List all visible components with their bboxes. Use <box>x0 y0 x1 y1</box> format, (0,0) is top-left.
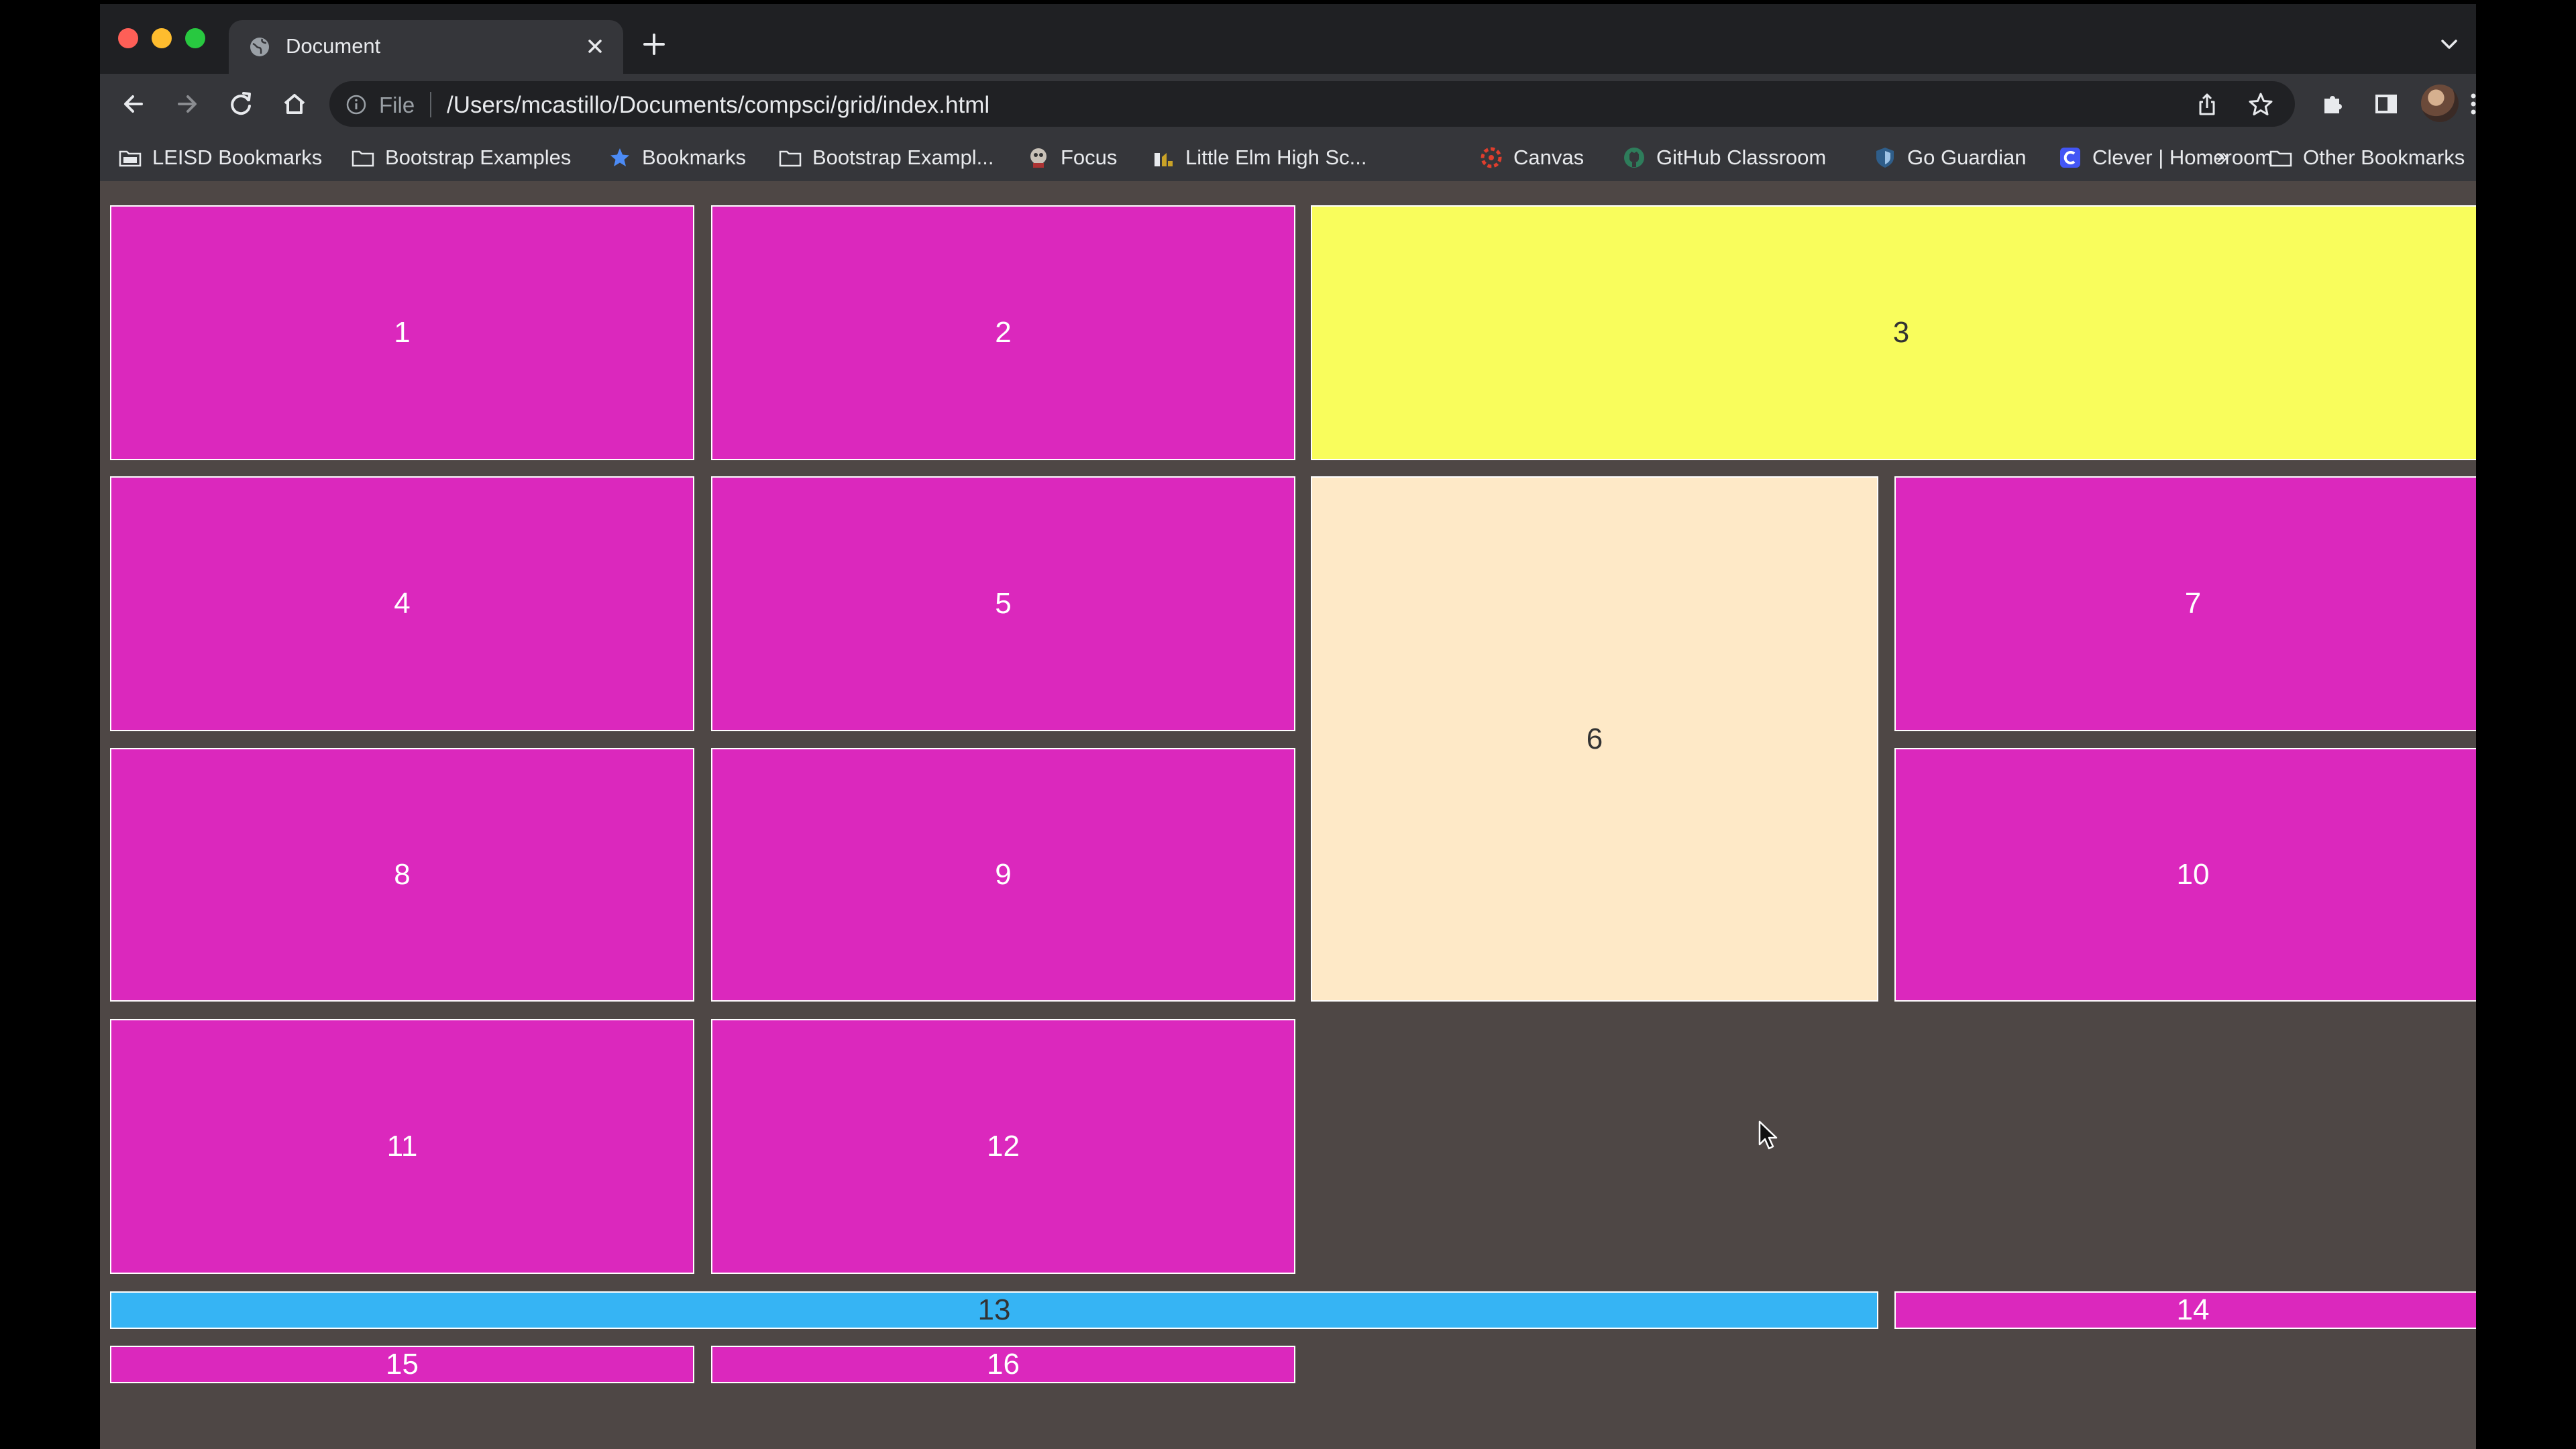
new-tab-button[interactable] <box>635 25 673 63</box>
bookmark-little-elm-high[interactable]: Little Elm High Sc... <box>1150 134 1366 181</box>
shield-icon <box>1872 145 1898 170</box>
canvas-icon <box>1479 145 1504 170</box>
extensions-button[interactable] <box>2314 85 2351 123</box>
share-icon[interactable] <box>2193 91 2221 119</box>
close-tab-icon[interactable] <box>580 32 610 61</box>
info-icon[interactable] <box>345 93 368 116</box>
divider <box>430 92 431 117</box>
grid-item-12: 12 <box>711 1019 1295 1274</box>
bookmark-clever-homeroom[interactable]: Clever | Homeroom <box>2057 134 2272 181</box>
close-window-button[interactable] <box>118 28 138 48</box>
arrow-left-icon <box>124 95 143 113</box>
bookmark-bootstrap-examples-2[interactable]: Bootstrap Exampl... <box>777 134 994 181</box>
tab-document[interactable]: Document <box>229 20 623 74</box>
tab-strip: Document <box>100 4 2476 74</box>
star-icon[interactable] <box>2247 91 2275 119</box>
browser-toolbar: File /Users/mcastillo/Documents/compsci/… <box>100 74 2476 134</box>
bookmarks-bar: LEISD Bookmarks Bootstrap Examples Bookm… <box>100 134 2476 181</box>
github-icon <box>1621 145 1647 170</box>
url-text[interactable]: /Users/mcastillo/Documents/compsci/grid/… <box>447 92 989 119</box>
grid-item-3: 3 <box>1311 205 2476 460</box>
menu-button[interactable] <box>2455 85 2476 123</box>
bookmark-leisd[interactable]: LEISD Bookmarks <box>117 134 322 181</box>
grid-item-2: 2 <box>711 205 1295 460</box>
puzzle-icon <box>2324 96 2342 113</box>
grid-item-10: 10 <box>1894 748 2476 1002</box>
focus-icon <box>1026 145 1051 170</box>
folder-icon <box>350 145 376 170</box>
chevron-down-icon[interactable] <box>2434 30 2464 59</box>
grid-item-11: 11 <box>110 1019 694 1274</box>
folder-icon <box>777 145 803 170</box>
grid-item-7: 7 <box>1894 476 2476 731</box>
arrow-right-icon <box>178 95 197 113</box>
clever-icon <box>2057 145 2083 170</box>
globe-icon <box>249 36 270 58</box>
grid-item-9: 9 <box>711 748 1295 1002</box>
mouse-pointer-icon <box>1758 1120 1778 1151</box>
address-bar[interactable]: File /Users/mcastillo/Documents/compsci/… <box>329 81 2295 127</box>
browser-window: Document File /Users/mcastillo/Documents… <box>100 4 2476 1449</box>
school-icon <box>1150 145 1176 170</box>
side-panel-icon <box>2375 95 2397 113</box>
bookmark-folder-icon <box>117 145 143 170</box>
page-content: 1 2 3 4 5 6 7 8 9 10 11 12 13 14 15 16 <box>100 181 2476 1449</box>
bookmark-bootstrap-examples[interactable]: Bootstrap Examples <box>350 134 571 181</box>
avatar[interactable] <box>2421 85 2459 122</box>
reload-button[interactable] <box>222 85 260 123</box>
grid-item-1: 1 <box>110 205 694 460</box>
bookmark-github-classroom[interactable]: GitHub Classroom <box>1621 134 1826 181</box>
home-icon <box>284 94 305 114</box>
bookmark-go-guardian[interactable]: Go Guardian <box>1872 134 2027 181</box>
grid-item-15: 15 <box>110 1346 694 1383</box>
grid-item-16: 16 <box>711 1346 1295 1383</box>
grid-item-6: 6 <box>1311 476 1878 1002</box>
home-button[interactable] <box>276 85 313 123</box>
side-panel-button[interactable] <box>2367 85 2405 123</box>
kebab-menu-icon <box>2471 93 2476 115</box>
tab-title: Document <box>286 34 381 58</box>
bookmark-bookmarks[interactable]: Bookmarks <box>607 134 746 181</box>
other-bookmarks-folder[interactable]: Other Bookmarks <box>2268 134 2465 181</box>
bookmark-focus[interactable]: Focus <box>1026 134 1117 181</box>
maximize-window-button[interactable] <box>185 28 205 48</box>
folder-icon <box>2268 145 2294 170</box>
forward-button[interactable] <box>168 85 206 123</box>
grid-item-14: 14 <box>1894 1291 2476 1329</box>
more-bookmarks-button[interactable]: » <box>2216 144 2229 168</box>
bookmark-canvas[interactable]: Canvas <box>1479 134 1584 181</box>
grid-item-4: 4 <box>110 476 694 731</box>
grid-item-5: 5 <box>711 476 1295 731</box>
back-button[interactable] <box>115 85 152 123</box>
reload-icon <box>231 92 251 115</box>
minimize-window-button[interactable] <box>152 28 172 48</box>
star-icon <box>607 145 633 170</box>
scheme-label: File <box>379 93 415 117</box>
grid-item-8: 8 <box>110 748 694 1002</box>
grid-item-13: 13 <box>110 1291 1878 1329</box>
